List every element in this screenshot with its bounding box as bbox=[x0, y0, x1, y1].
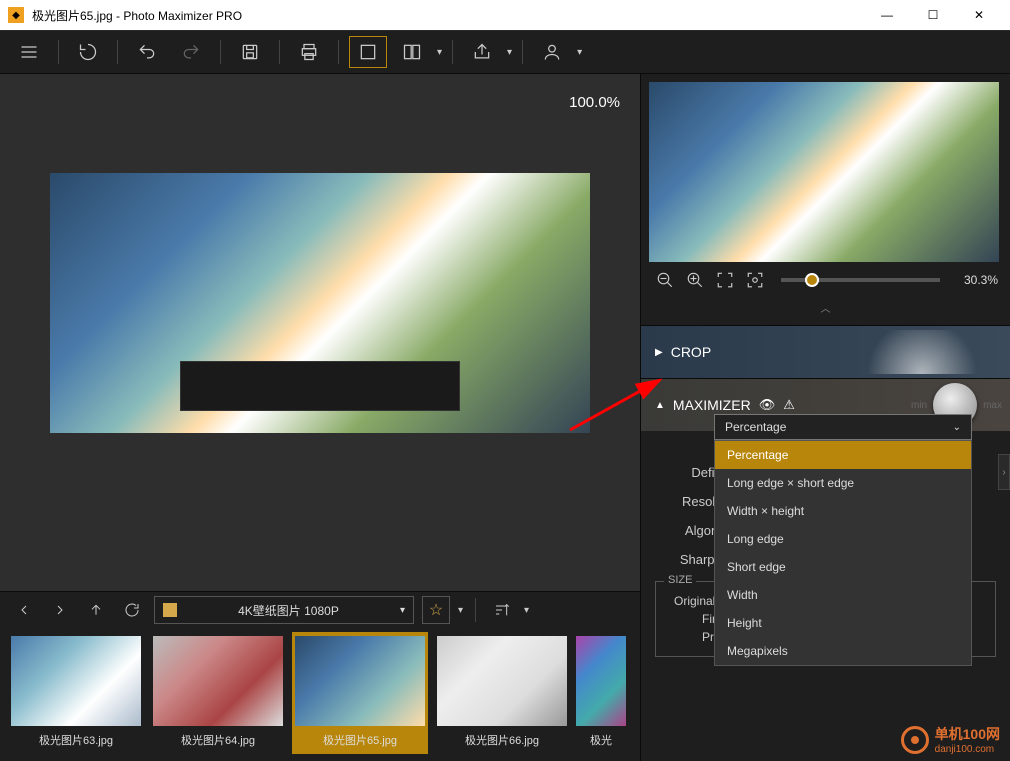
dropdown-option[interactable]: Height bbox=[715, 609, 971, 637]
chevron-down-icon: ▾ bbox=[400, 605, 405, 616]
prev-image-button[interactable] bbox=[10, 596, 38, 624]
dropdown-option[interactable]: Long edge × short edge bbox=[715, 469, 971, 497]
dropdown-list: Percentage Long edge × short edge Width … bbox=[714, 440, 972, 666]
chevron-down-icon: ⌄ bbox=[953, 422, 961, 433]
sort-button[interactable] bbox=[488, 596, 516, 624]
triangle-down-icon: ▲ bbox=[655, 400, 665, 411]
triangle-right-icon: ▶ bbox=[655, 347, 663, 358]
dropdown-option[interactable]: Long edge bbox=[715, 525, 971, 553]
watermark-url: danji100.com bbox=[935, 744, 1000, 755]
single-view-button[interactable] bbox=[349, 36, 387, 68]
close-button[interactable]: ✕ bbox=[956, 0, 1002, 30]
dropdown-option[interactable]: Short edge bbox=[715, 553, 971, 581]
dropdown-option[interactable]: Width × height bbox=[715, 497, 971, 525]
dropdown-option[interactable]: Width bbox=[715, 581, 971, 609]
watermark-logo-icon bbox=[901, 726, 929, 754]
thumbnail-label: 极光图片64.jpg bbox=[181, 726, 255, 754]
watermark-name: 单机100网 bbox=[935, 724, 1000, 744]
next-image-button[interactable] bbox=[46, 596, 74, 624]
crop-decoration bbox=[842, 330, 1002, 374]
thumbnail-label: 极光图片66.jpg bbox=[465, 726, 539, 754]
thumbnail[interactable]: 极光图片66.jpg bbox=[434, 632, 570, 754]
split-view-button[interactable] bbox=[393, 36, 431, 68]
user-button[interactable] bbox=[533, 36, 571, 68]
eye-icon[interactable]: 👁 bbox=[759, 397, 776, 413]
folder-icon bbox=[163, 603, 177, 617]
chevron-down-icon[interactable]: ▾ bbox=[524, 605, 529, 616]
zoom-100-button[interactable] bbox=[743, 268, 767, 292]
print-button[interactable] bbox=[290, 36, 328, 68]
navigator-preview[interactable] bbox=[649, 82, 999, 262]
watermark: 单机100网 danji100.com bbox=[901, 724, 1000, 755]
reset-button[interactable] bbox=[69, 36, 107, 68]
monitor-silhouette bbox=[180, 361, 460, 411]
zoom-label: 100.0% bbox=[569, 94, 620, 111]
define-dropdown: Percentage ⌄ Percentage Long edge × shor… bbox=[714, 414, 972, 666]
collapse-navigator-button[interactable]: ︿ bbox=[649, 298, 1002, 317]
maximize-button[interactable]: ☐ bbox=[910, 0, 956, 30]
title-bar: ◆ 极光图片65.jpg - Photo Maximizer PRO — ☐ ✕ bbox=[0, 0, 1010, 30]
undo-button[interactable] bbox=[128, 36, 166, 68]
thumbnail[interactable]: 极光 bbox=[576, 632, 626, 754]
minimize-button[interactable]: — bbox=[864, 0, 910, 30]
zoom-slider[interactable] bbox=[781, 278, 940, 282]
maximizer-panel-title: MAXIMIZER bbox=[673, 397, 751, 413]
thumbnail[interactable]: 极光图片64.jpg bbox=[150, 632, 286, 754]
dropdown-selected-label: Percentage bbox=[725, 420, 786, 434]
zoom-fit-button[interactable] bbox=[713, 268, 737, 292]
folder-path[interactable]: 4K壁纸图片 1080P ▾ bbox=[154, 596, 414, 624]
thumbnail-label: 极光图片65.jpg bbox=[323, 726, 397, 754]
window-title: 极光图片65.jpg - Photo Maximizer PRO bbox=[32, 7, 864, 24]
main-toolbar: ▾ ▾ ▾ bbox=[0, 30, 1010, 74]
filmstrip: 4K壁纸图片 1080P ▾ ☆ ▾ ▾ 极光图片63.jpg 极光图片64.j… bbox=[0, 591, 640, 761]
dropdown-option[interactable]: Megapixels bbox=[715, 637, 971, 665]
thumbnail-label: 极光 bbox=[590, 726, 612, 754]
crop-panel-header[interactable]: ▶ CROP bbox=[641, 326, 1010, 378]
size-legend: SIZE bbox=[664, 574, 696, 586]
redo-button[interactable] bbox=[172, 36, 210, 68]
slider-knob[interactable] bbox=[805, 273, 819, 287]
dropdown-selected[interactable]: Percentage ⌄ bbox=[714, 414, 972, 440]
thumbnail[interactable]: 极光图片63.jpg bbox=[8, 632, 144, 754]
menu-button[interactable] bbox=[10, 36, 48, 68]
share-button[interactable] bbox=[463, 36, 501, 68]
chevron-down-icon[interactable]: ▾ bbox=[507, 47, 512, 58]
side-panel-handle[interactable]: › bbox=[998, 454, 1010, 490]
dropdown-option[interactable]: Percentage bbox=[715, 441, 971, 469]
chevron-down-icon[interactable]: ▾ bbox=[577, 47, 582, 58]
crop-panel-title: CROP bbox=[671, 344, 711, 360]
warning-icon[interactable]: ⚠ bbox=[783, 397, 795, 413]
chevron-down-icon[interactable]: ▾ bbox=[458, 605, 463, 616]
up-folder-button[interactable] bbox=[82, 596, 110, 624]
zoom-out-button[interactable] bbox=[653, 268, 677, 292]
refresh-button[interactable] bbox=[118, 596, 146, 624]
nav-zoom-value: 30.3% bbox=[954, 273, 998, 287]
app-logo-icon: ◆ bbox=[8, 7, 24, 23]
zoom-in-button[interactable] bbox=[683, 268, 707, 292]
save-button[interactable] bbox=[231, 36, 269, 68]
chevron-down-icon[interactable]: ▾ bbox=[437, 47, 442, 58]
canvas-area[interactable]: 100.0% bbox=[0, 74, 640, 591]
folder-name: 4K壁纸图片 1080P bbox=[185, 602, 392, 619]
favorite-button[interactable]: ☆ bbox=[422, 596, 450, 624]
thumbnail-selected[interactable]: 极光图片65.jpg bbox=[292, 632, 428, 754]
thumbnail-label: 极光图片63.jpg bbox=[39, 726, 113, 754]
